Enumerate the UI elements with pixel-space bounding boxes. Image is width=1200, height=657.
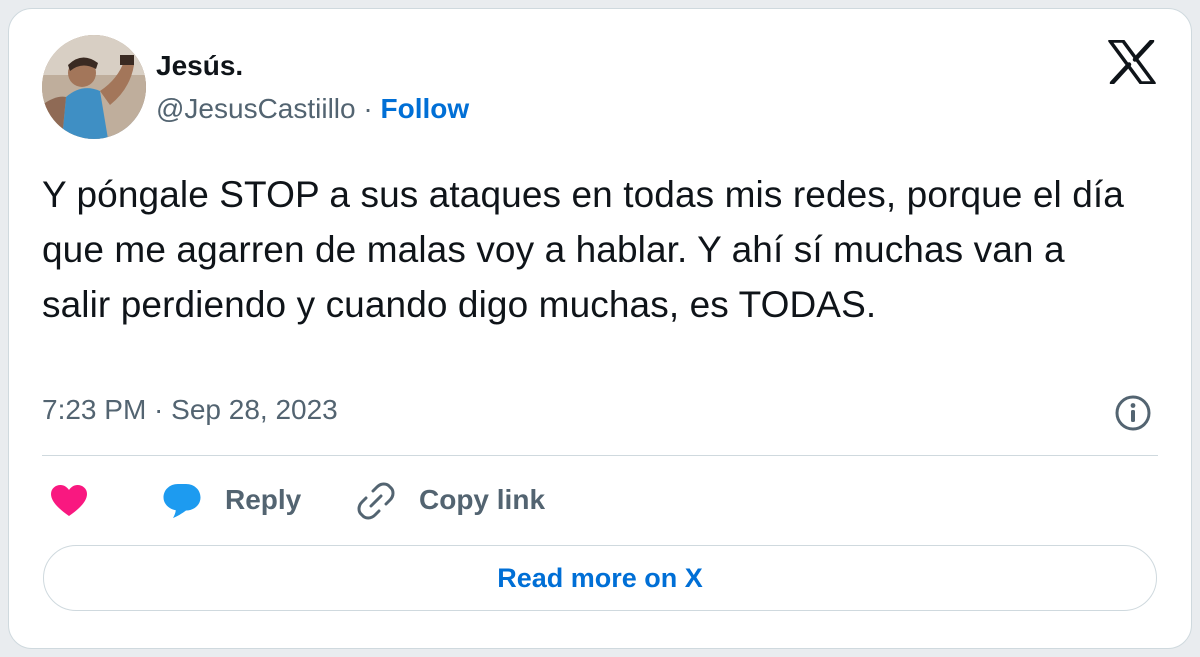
- reply-button[interactable]: Reply: [225, 484, 301, 516]
- link-icon[interactable]: [356, 481, 396, 521]
- tweet-text: Y póngale STOP a sus ataques en todas mi…: [42, 174, 1124, 325]
- author-handle[interactable]: @JesusCastiillo: [156, 93, 356, 124]
- heart-icon[interactable]: [50, 484, 88, 518]
- follow-button[interactable]: Follow: [381, 93, 470, 124]
- author-name[interactable]: Jesús.: [156, 50, 243, 82]
- reply-bubble-icon[interactable]: [162, 482, 202, 520]
- x-logo-icon[interactable]: [1108, 38, 1156, 86]
- separator-dot: ·: [363, 93, 373, 124]
- read-more-button[interactable]: Read more on X: [43, 545, 1157, 611]
- avatar[interactable]: [42, 35, 146, 139]
- tweet-timestamp[interactable]: 7:23 PM · Sep 28, 2023: [42, 394, 338, 426]
- info-icon[interactable]: [1114, 394, 1152, 432]
- copy-link-button[interactable]: Copy link: [419, 484, 545, 516]
- divider: [42, 455, 1158, 456]
- author-handle-line: @JesusCastiillo · Follow: [156, 93, 469, 125]
